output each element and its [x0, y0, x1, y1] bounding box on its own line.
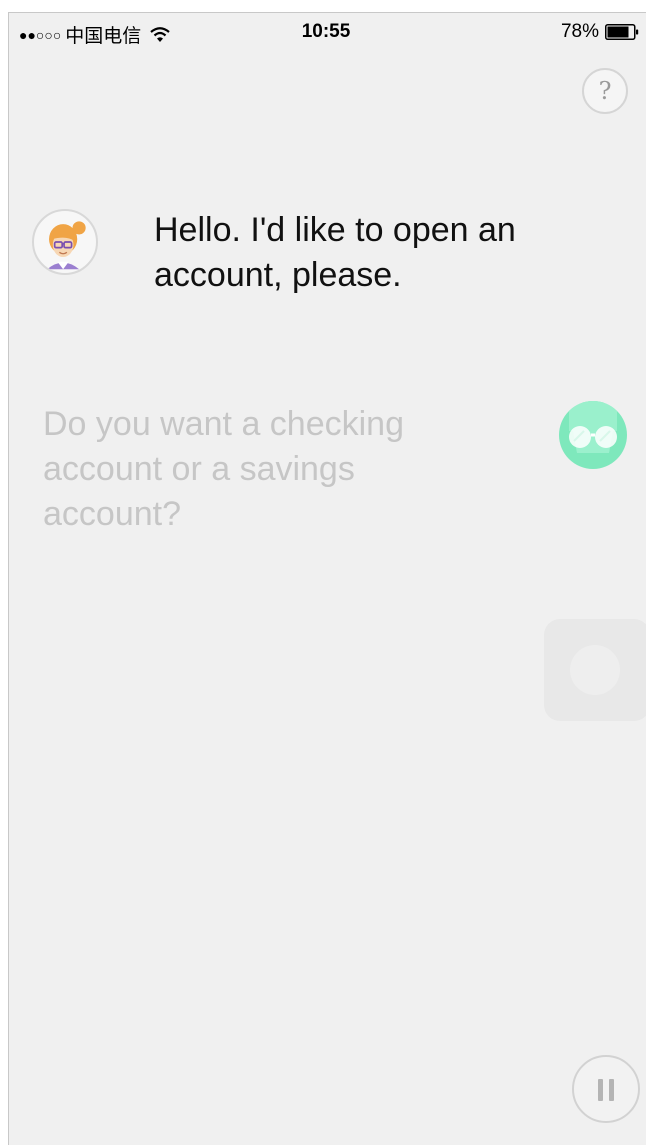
help-button[interactable]: ? — [582, 68, 628, 114]
question-icon: ? — [598, 77, 612, 105]
woman-avatar-image — [47, 221, 86, 270]
battery-percent: 78% — [560, 21, 599, 42]
glasses-avatar-image — [569, 401, 617, 453]
pause-button[interactable] — [572, 1055, 640, 1123]
glasses-avatar-icon — [559, 401, 627, 469]
record-button[interactable] — [544, 619, 646, 721]
customer-message: Hello. I'd like to open an account, plea… — [154, 211, 516, 294]
status-right: 78% — [561, 21, 639, 43]
agent-message: Do you want a checking account or a savi… — [43, 405, 404, 533]
app-screen: ●●○○○ 中国电信 10:55 78% ? Hello. I'd like t… — [8, 12, 646, 1145]
record-icon — [570, 645, 620, 695]
status-bar: ●●○○○ 中国电信 10:55 78% — [9, 13, 646, 51]
status-time: 10:55 — [301, 21, 351, 42]
woman-avatar-icon — [32, 209, 98, 275]
battery-icon — [605, 24, 639, 40]
